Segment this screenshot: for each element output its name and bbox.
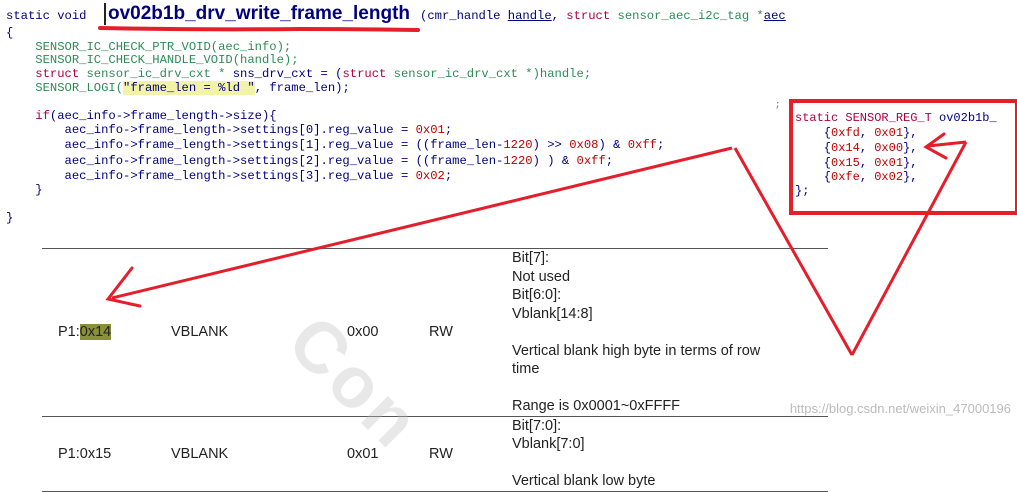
rw-cell: RW bbox=[429, 416, 512, 492]
name-cell: VBLANK bbox=[171, 416, 347, 492]
address-cell: P1:0x15 bbox=[42, 416, 171, 492]
table-row: P1:0x15 VBLANK 0x01 RW Bit[7:0]:Vblank[7… bbox=[42, 416, 828, 492]
annotation-overlay bbox=[98, 26, 968, 356]
annotation-underline bbox=[98, 26, 420, 32]
annotation-triangle-right bbox=[850, 141, 968, 356]
annotation-arrowhead bbox=[105, 266, 142, 308]
annotation-triangle-left bbox=[733, 147, 854, 356]
annotation-arrow-line bbox=[111, 146, 733, 300]
description-cell: Bit[7:0]:Vblank[7:0] Vertical blank low … bbox=[512, 416, 828, 492]
